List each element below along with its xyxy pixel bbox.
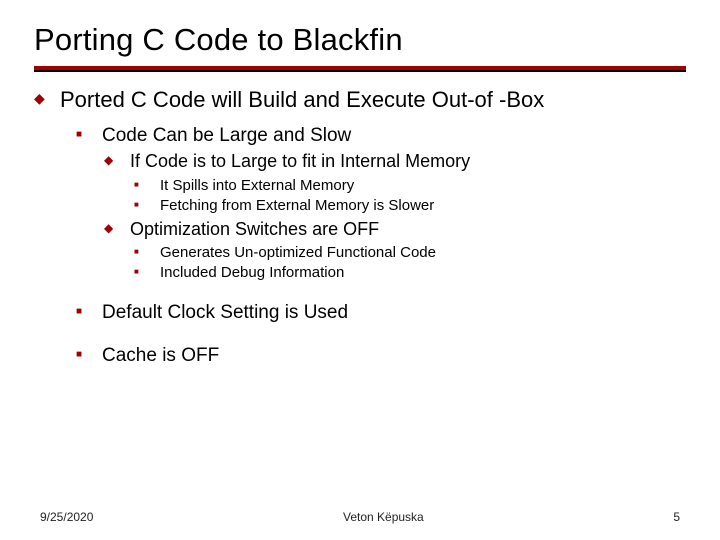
diamond-icon: ◆ (104, 150, 130, 173)
bullet-lvl4: ■ It Spills into External Memory (134, 176, 686, 196)
bullet-lvl1: ◆ Ported C Code will Build and Execute O… (34, 86, 686, 114)
bullet-lvl2: ■ Code Can be Large and Slow (76, 124, 686, 149)
bullet-text: Ported C Code will Build and Execute Out… (60, 86, 544, 114)
bullet-text: Cache is OFF (102, 344, 219, 369)
square-icon: ■ (134, 243, 160, 263)
bullet-text: Code Can be Large and Slow (102, 124, 351, 149)
bullet-lvl4: ■ Generates Un-optimized Functional Code (134, 243, 686, 263)
bullet-text: Fetching from External Memory is Slower (160, 196, 434, 216)
bullet-lvl3: ◆ If Code is to Large to fit in Internal… (104, 150, 686, 173)
bullet-text: If Code is to Large to fit in Internal M… (130, 150, 470, 173)
bullet-text: It Spills into External Memory (160, 176, 354, 196)
footer-date: 9/25/2020 (40, 510, 93, 524)
bullet-text: Generates Un-optimized Functional Code (160, 243, 436, 263)
square-icon: ■ (76, 301, 102, 326)
bullet-text: Included Debug Information (160, 263, 344, 283)
bullet-text: Default Clock Setting is Used (102, 301, 348, 326)
square-icon: ■ (134, 263, 160, 283)
square-icon: ■ (134, 176, 160, 196)
bullet-lvl3: ◆ Optimization Switches are OFF (104, 218, 686, 241)
bullet-text: Optimization Switches are OFF (130, 218, 379, 241)
bullet-lvl2: ■ Cache is OFF (76, 344, 686, 369)
slide-footer: 9/25/2020 Veton Këpuska 5 (0, 510, 720, 524)
square-icon: ■ (76, 124, 102, 149)
footer-page: 5 (673, 510, 680, 524)
square-icon: ■ (76, 344, 102, 369)
diamond-icon: ◆ (34, 86, 60, 114)
diamond-icon: ◆ (104, 218, 130, 241)
slide-title: Porting C Code to Blackfin (0, 0, 720, 64)
square-icon: ■ (134, 196, 160, 216)
footer-author: Veton Këpuska (343, 510, 424, 524)
slide-body: ◆ Ported C Code will Build and Execute O… (0, 72, 720, 368)
bullet-lvl4: ■ Included Debug Information (134, 263, 686, 283)
bullet-lvl2: ■ Default Clock Setting is Used (76, 301, 686, 326)
bullet-lvl4: ■ Fetching from External Memory is Slowe… (134, 196, 686, 216)
